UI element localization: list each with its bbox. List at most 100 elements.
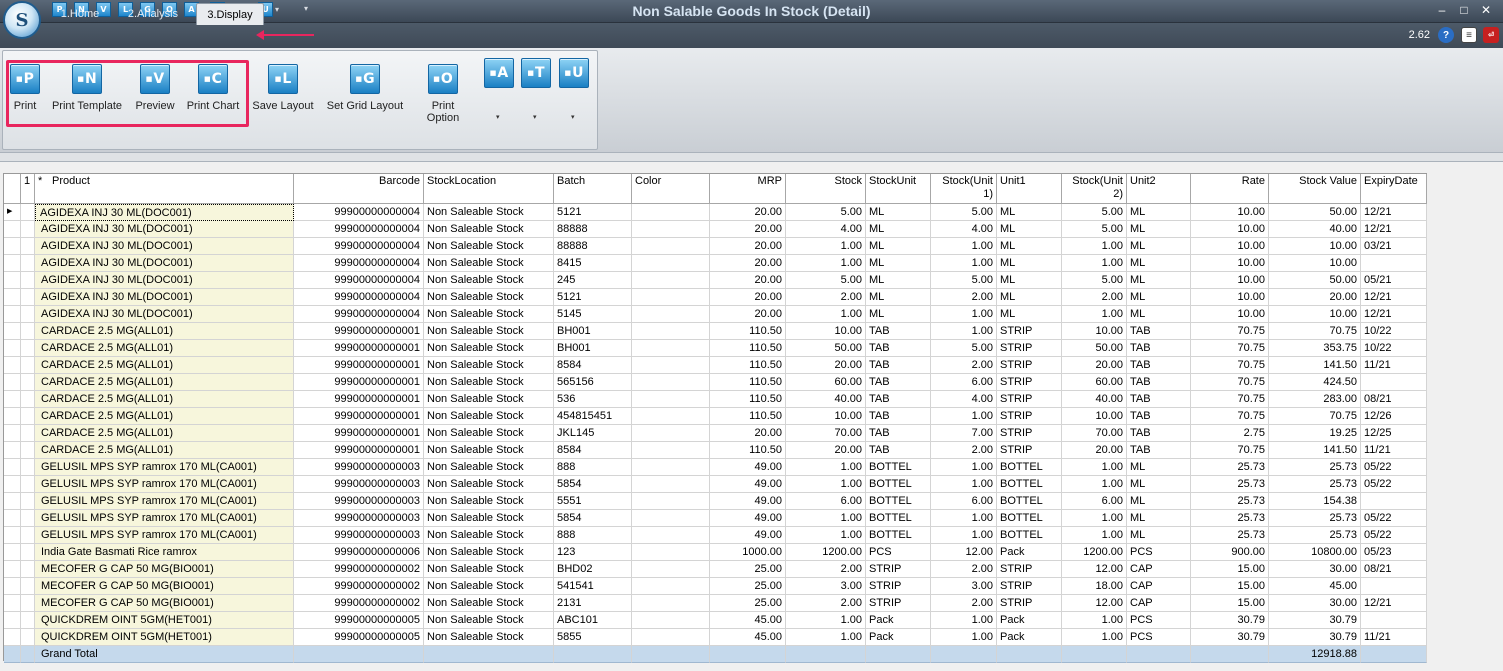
cell-unit2[interactable]: TAB (1127, 391, 1191, 408)
cell-batch[interactable]: 5855 (554, 629, 632, 646)
cell-unit1[interactable]: ML (997, 306, 1062, 323)
cell-unit1[interactable]: STRIP (997, 425, 1062, 442)
table-row[interactable]: CARDACE 2.5 MG(ALL01) 99900000000001 Non S… (4, 323, 1428, 340)
cell-color[interactable] (632, 323, 710, 340)
cell-expirydate[interactable]: 08/21 (1361, 561, 1427, 578)
cell-stock-unit-2-[interactable]: 10.00 (1062, 408, 1127, 425)
cell-unit2[interactable]: PCS (1127, 629, 1191, 646)
row-indicator[interactable] (4, 289, 21, 306)
cell-stock-unit-2-[interactable]: 20.00 (1062, 357, 1127, 374)
cell-mrp[interactable]: 49.00 (710, 510, 786, 527)
cell-stock[interactable]: 1.00 (786, 612, 866, 629)
cell-stocklocation[interactable]: Non Saleable Stock (424, 544, 554, 561)
table-row[interactable]: GELUSIL MPS SYP ramrox 170 ML(CA001) 9990… (4, 527, 1428, 544)
cell-stock[interactable]: 5.00 (786, 204, 866, 221)
cell-stock[interactable]: 2.00 (786, 595, 866, 612)
cell-color[interactable] (632, 289, 710, 306)
cell-expirydate[interactable]: 05/22 (1361, 476, 1427, 493)
cell-color[interactable] (632, 340, 710, 357)
cell-mrp[interactable]: 110.50 (710, 323, 786, 340)
cell-stocklocation[interactable]: Non Saleable Stock (424, 425, 554, 442)
cell-stocklocation[interactable]: Non Saleable Stock (424, 493, 554, 510)
row-indicator[interactable] (4, 476, 21, 493)
cell-barcode[interactable]: 99900000000004 (294, 238, 424, 255)
table-row[interactable]: AGIDEXA INJ 30 ML(DOC001) 99900000000004 N… (4, 255, 1428, 272)
cell-unit2[interactable]: ML (1127, 493, 1191, 510)
cell-barcode[interactable]: 99900000000003 (294, 476, 424, 493)
cell-unit1[interactable]: STRIP (997, 323, 1062, 340)
cell-unit2[interactable]: ML (1127, 459, 1191, 476)
cell-unit1[interactable]: Pack (997, 544, 1062, 561)
cell-product[interactable]: AGIDEXA INJ 30 ML(DOC001) (35, 306, 294, 323)
cell-unit2[interactable]: PCS (1127, 544, 1191, 561)
cell-rate[interactable]: 70.75 (1191, 340, 1269, 357)
cell-rate[interactable]: 30.79 (1191, 629, 1269, 646)
cell-stockunit[interactable]: TAB (866, 340, 931, 357)
cell-mrp[interactable]: 25.00 (710, 561, 786, 578)
cell-stock[interactable]: 50.00 (786, 340, 866, 357)
chevron-down-icon[interactable]: ▾ (496, 113, 500, 121)
cell-stock-unit-2-[interactable]: 1.00 (1062, 629, 1127, 646)
table-row[interactable]: AGIDEXA INJ 30 ML(DOC001) 99900000000004 N… (4, 238, 1428, 255)
cell-rate[interactable]: 10.00 (1191, 204, 1269, 221)
table-row[interactable]: India Gate Basmati Rice ramrox 9990000000… (4, 544, 1428, 561)
cell-batch[interactable]: 5551 (554, 493, 632, 510)
cell-expirydate[interactable]: 05/22 (1361, 510, 1427, 527)
cell-stock-value[interactable]: 45.00 (1269, 578, 1361, 595)
cell-stocklocation[interactable]: Non Saleable Stock (424, 442, 554, 459)
cell-product[interactable]: GELUSIL MPS SYP ramrox 170 ML(CA001) (35, 510, 294, 527)
cell-barcode[interactable]: 99900000000001 (294, 323, 424, 340)
cell-unit1[interactable]: STRIP (997, 357, 1062, 374)
table-row[interactable]: QUICKDREM OINT 5GM(HET001) 99900000000005… (4, 629, 1428, 646)
cell-unit1[interactable]: ML (997, 255, 1062, 272)
cell-unit2[interactable]: ML (1127, 255, 1191, 272)
cell-barcode[interactable]: 99900000000002 (294, 578, 424, 595)
cell-stock-unit-2-[interactable]: 5.00 (1062, 272, 1127, 289)
cell-color[interactable] (632, 391, 710, 408)
cell-product[interactable]: GELUSIL MPS SYP ramrox 170 ML(CA001) (35, 493, 294, 510)
cell-expirydate[interactable]: 12/21 (1361, 306, 1427, 323)
cell-color[interactable] (632, 374, 710, 391)
cell-stock[interactable]: 2.00 (786, 289, 866, 306)
cell-mrp[interactable]: 20.00 (710, 221, 786, 238)
cell-stockunit[interactable]: STRIP (866, 561, 931, 578)
cell-stock-unit-1-[interactable]: 6.00 (931, 374, 997, 391)
cell-rate[interactable]: 25.73 (1191, 476, 1269, 493)
cell-stock-unit-2-[interactable]: 1.00 (1062, 255, 1127, 272)
row-indicator[interactable] (4, 255, 21, 272)
row-indicator[interactable] (4, 544, 21, 561)
maximize-button[interactable]: □ (1455, 3, 1473, 19)
cell-color[interactable] (632, 629, 710, 646)
tab-analysis[interactable]: 2.Analysis (120, 3, 186, 25)
chevron-down-icon[interactable]: ▾ (571, 113, 575, 121)
cell-stock-unit-2-[interactable]: 12.00 (1062, 561, 1127, 578)
cell-stock-value[interactable]: 10.00 (1269, 306, 1361, 323)
cell-stock-unit-2-[interactable]: 6.00 (1062, 493, 1127, 510)
row-indicator[interactable] (4, 340, 21, 357)
cell-stocklocation[interactable]: Non Saleable Stock (424, 204, 554, 221)
ribbon-button-save-layout[interactable]: ■ L Save Layout (252, 64, 314, 112)
row-indicator[interactable] (4, 510, 21, 527)
cell-color[interactable] (632, 442, 710, 459)
cell-unit1[interactable]: BOTTEL (997, 510, 1062, 527)
cell-unit2[interactable]: TAB (1127, 357, 1191, 374)
cell-batch[interactable]: 5145 (554, 306, 632, 323)
table-row[interactable]: ▶ AGIDEXA INJ 30 ML(DOC001) 99900000000004… (4, 204, 1428, 221)
cell-stock[interactable]: 2.00 (786, 561, 866, 578)
cell-stock-unit-1-[interactable]: 3.00 (931, 578, 997, 595)
cell-batch[interactable]: 123 (554, 544, 632, 561)
cell-batch[interactable]: 88888 (554, 238, 632, 255)
cell-rate[interactable]: 2.75 (1191, 425, 1269, 442)
cell-barcode[interactable]: 99900000000006 (294, 544, 424, 561)
cell-unit2[interactable]: ML (1127, 289, 1191, 306)
cell-unit1[interactable]: ML (997, 272, 1062, 289)
cell-stockunit[interactable]: TAB (866, 374, 931, 391)
cell-product[interactable]: QUICKDREM OINT 5GM(HET001) (35, 629, 294, 646)
cell-barcode[interactable]: 99900000000003 (294, 510, 424, 527)
ribbon-button-print-option[interactable]: ■ O Print Option (414, 64, 472, 124)
cell-stock-unit-1-[interactable]: 1.00 (931, 306, 997, 323)
cell-stocklocation[interactable]: Non Saleable Stock (424, 340, 554, 357)
cell-barcode[interactable]: 99900000000002 (294, 595, 424, 612)
cell-unit1[interactable]: STRIP (997, 442, 1062, 459)
cell-mrp[interactable]: 20.00 (710, 425, 786, 442)
